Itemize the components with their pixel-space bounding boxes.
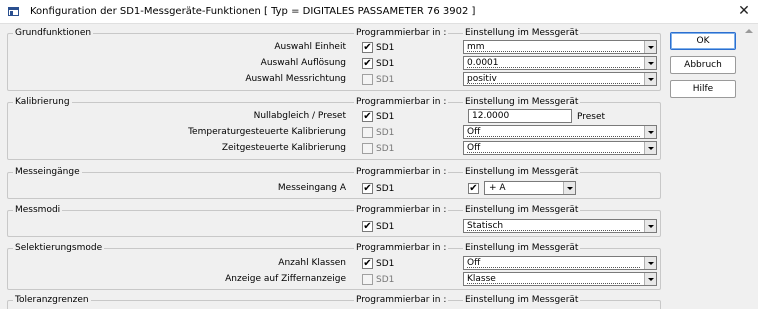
row-label: Auswahl Einheit <box>274 42 346 52</box>
row-label: Messeingang A <box>277 183 346 193</box>
prog-label: Programmierbar in : <box>354 205 449 216</box>
prog-label: Programmierbar in : <box>354 167 449 178</box>
sd1-label: SD1 <box>376 222 395 232</box>
sd1-label: SD1 <box>376 59 395 69</box>
chevron-down-icon[interactable] <box>563 182 575 194</box>
group-title: Messeingänge <box>13 167 82 178</box>
group-messeingaenge: Messeingänge Programmierbar in : Einstel… <box>7 167 661 199</box>
chevron-down-icon[interactable] <box>644 273 656 285</box>
preset-input[interactable]: 12.0000 <box>468 109 572 123</box>
prog-label: Programmierbar in : <box>354 28 449 39</box>
help-button[interactable]: Hilfe <box>670 80 736 98</box>
chevron-down-icon[interactable] <box>644 257 656 269</box>
mode-select[interactable]: Statisch <box>463 219 657 233</box>
cancel-button[interactable]: Abbruch <box>670 56 736 74</box>
select-value: + A <box>489 183 506 193</box>
setting-label: Einstellung im Messgerät <box>463 205 581 216</box>
unit-select[interactable]: mm <box>463 40 657 54</box>
setting-label: Einstellung im Messgerät <box>463 295 581 306</box>
group-toleranzgrenzen: Toleranzgrenzen Programmierbar in : Eins… <box>7 295 661 309</box>
row-label: Auswahl Auflösung <box>260 58 346 68</box>
group-messmodi: Messmodi Programmierbar in : Einstellung… <box>7 205 661 237</box>
ok-button[interactable]: OK <box>670 32 736 50</box>
close-button[interactable]: ✕ <box>736 3 752 19</box>
sd1-checkbox[interactable] <box>362 74 373 85</box>
chevron-down-icon[interactable] <box>644 41 656 53</box>
sd1-label: SD1 <box>376 43 395 53</box>
setting-label: Einstellung im Messgerät <box>463 243 581 254</box>
sd1-label: SD1 <box>376 128 395 138</box>
row-label: Temperaturgesteuerte Kalibrierung <box>188 127 346 137</box>
sd1-checkbox[interactable]: ✔ <box>362 258 373 269</box>
dialog-content: Grundfunktionen Programmierbar in : Eins… <box>0 24 758 309</box>
group-grundfunktionen: Grundfunktionen Programmierbar in : Eins… <box>7 28 661 91</box>
direction-select[interactable]: positiv <box>463 72 657 86</box>
sd1-label: SD1 <box>376 259 395 269</box>
scroll-up-icon[interactable] <box>745 29 753 33</box>
group-selektierungsmode: Selektierungsmode Programmierbar in : Ei… <box>7 243 661 290</box>
group-title: Toleranzgrenzen <box>13 295 91 306</box>
sd1-checkbox[interactable] <box>362 143 373 154</box>
chevron-down-icon[interactable] <box>644 142 656 154</box>
sd1-label: SD1 <box>376 275 395 285</box>
chevron-down-icon[interactable] <box>644 220 656 232</box>
sd1-checkbox[interactable]: ✔ <box>362 183 373 194</box>
sd1-label: SD1 <box>376 75 395 85</box>
sd1-label: SD1 <box>376 112 395 122</box>
title-bar: Konfiguration der SD1-Messgeräte-Funktio… <box>0 0 758 24</box>
input-value: 12.0000 <box>472 111 510 121</box>
chevron-down-icon[interactable] <box>644 126 656 138</box>
sd1-checkbox[interactable]: ✔ <box>362 42 373 53</box>
setting-label: Einstellung im Messgerät <box>463 28 581 39</box>
resolution-select[interactable]: 0.0001 <box>463 56 657 70</box>
group-title: Messmodi <box>13 205 63 216</box>
input-a-checkbox[interactable]: ✔ <box>468 183 479 194</box>
sd1-checkbox[interactable] <box>362 127 373 138</box>
group-title: Grundfunktionen <box>13 28 94 39</box>
prog-label: Programmierbar in : <box>354 295 449 306</box>
group-kalibrierung: Kalibrierung Programmierbar in : Einstel… <box>7 97 661 160</box>
setting-label: Einstellung im Messgerät <box>463 97 581 108</box>
group-title: Kalibrierung <box>13 97 72 108</box>
sd1-label: SD1 <box>376 144 395 154</box>
time-calibration-select[interactable]: Off <box>463 141 657 155</box>
row-label: Zeitgesteuerte Kalibrierung <box>221 143 346 153</box>
prog-label: Programmierbar in : <box>354 97 449 108</box>
chevron-down-icon[interactable] <box>644 57 656 69</box>
setting-label: Einstellung im Messgerät <box>463 167 581 178</box>
sd1-checkbox[interactable]: ✔ <box>362 111 373 122</box>
sd1-checkbox[interactable]: ✔ <box>362 221 373 232</box>
input-a-select[interactable]: + A <box>484 181 576 195</box>
row-label: Anzeige auf Ziffernanzeige <box>225 274 346 284</box>
window-title: Konfiguration der SD1-Messgeräte-Funktio… <box>30 6 476 17</box>
sd1-checkbox[interactable] <box>362 274 373 285</box>
temp-calibration-select[interactable]: Off <box>463 125 657 139</box>
app-icon <box>8 7 19 16</box>
classes-select[interactable]: Off <box>463 256 657 270</box>
sd1-label: SD1 <box>376 184 395 194</box>
row-label: Auswahl Messrichtung <box>245 74 346 84</box>
group-title: Selektierungsmode <box>13 243 105 254</box>
row-label: Anzahl Klassen <box>278 258 346 268</box>
sd1-checkbox[interactable]: ✔ <box>362 58 373 69</box>
chevron-down-icon[interactable] <box>644 73 656 85</box>
preset-label: Preset <box>577 112 606 122</box>
vertical-scrollbar[interactable] <box>742 24 758 309</box>
display-select[interactable]: Klasse <box>463 272 657 286</box>
prog-label: Programmierbar in : <box>354 243 449 254</box>
row-label: Nullabgleich / Preset <box>253 111 346 121</box>
